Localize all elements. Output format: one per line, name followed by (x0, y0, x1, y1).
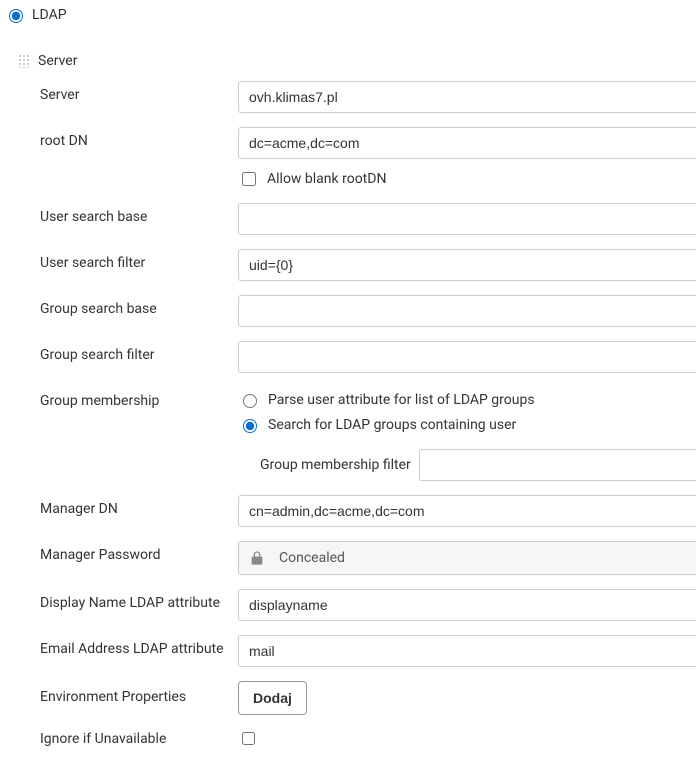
gm-search-radio[interactable] (243, 419, 257, 433)
gm-filter-label: Group membership filter (260, 457, 411, 473)
group-membership-label: Group membership (40, 387, 238, 409)
add-button[interactable]: Dodaj (238, 681, 307, 715)
gm-filter-input[interactable] (419, 449, 696, 481)
section-title: Server (38, 53, 77, 69)
server-input[interactable] (238, 81, 696, 113)
root-dn-input[interactable] (238, 127, 696, 159)
user-search-filter-label: User search filter (40, 249, 238, 271)
display-name-attr-label: Display Name LDAP attribute (40, 589, 238, 611)
manager-dn-label: Manager DN (40, 495, 238, 517)
drag-handle-icon[interactable] (18, 54, 30, 68)
manager-password-concealed[interactable]: Concealed (238, 541, 696, 575)
manager-password-label: Manager Password (40, 541, 238, 563)
concealed-text: Concealed (279, 550, 345, 566)
security-realm-ldap-radio[interactable] (9, 9, 23, 23)
gm-search-label: Search for LDAP groups containing user (268, 417, 516, 433)
group-search-base-label: Group search base (40, 295, 238, 317)
group-search-filter-input[interactable] (238, 341, 696, 373)
manager-dn-input[interactable] (238, 495, 696, 527)
gm-parse-label: Parse user attribute for list of LDAP gr… (268, 392, 535, 408)
group-search-base-input[interactable] (238, 295, 696, 327)
allow-blank-rootdn-label: Allow blank rootDN (267, 171, 386, 187)
user-search-base-input[interactable] (238, 203, 696, 235)
env-props-label: Environment Properties (40, 681, 238, 705)
security-realm-ldap-label: LDAP (32, 7, 67, 23)
lock-icon (249, 550, 265, 566)
ignore-if-unavailable-label: Ignore if Unavailable (40, 731, 238, 747)
email-attr-label: Email Address LDAP attribute (40, 635, 238, 657)
user-search-filter-input[interactable] (238, 249, 696, 281)
allow-blank-rootdn-checkbox[interactable] (242, 172, 256, 186)
group-search-filter-label: Group search filter (40, 341, 238, 363)
server-label: Server (40, 81, 238, 103)
ignore-if-unavailable-checkbox[interactable] (242, 732, 255, 745)
user-search-base-label: User search base (40, 203, 238, 225)
display-name-attr-input[interactable] (238, 589, 696, 621)
root-dn-label: root DN (40, 127, 238, 149)
email-attr-input[interactable] (238, 635, 696, 667)
gm-parse-radio[interactable] (243, 394, 257, 408)
